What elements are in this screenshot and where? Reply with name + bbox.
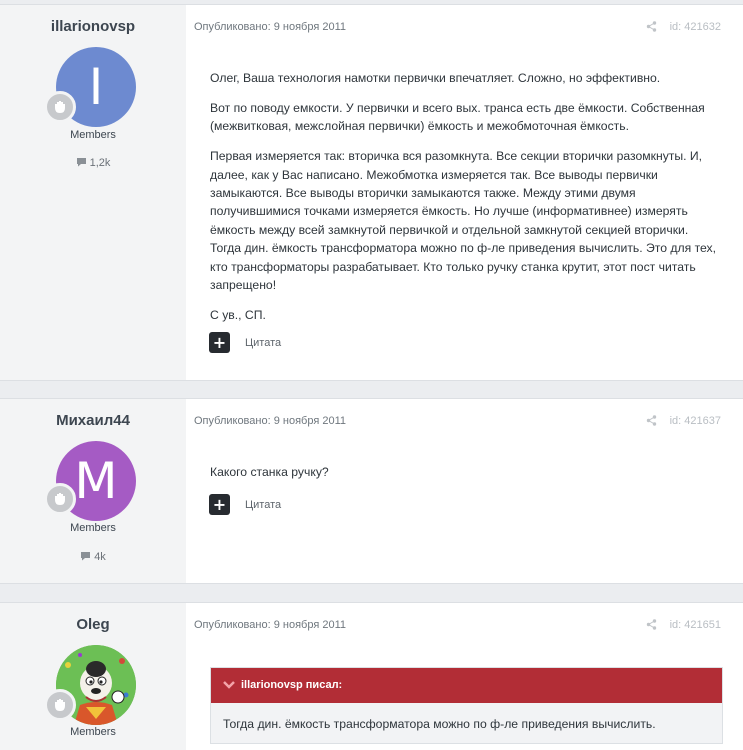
author-panel: illarionovsp I Members 1,2k bbox=[0, 5, 186, 380]
paragraph: Олег, Ваша технология намотки первички в… bbox=[210, 71, 661, 85]
chevron-down-icon[interactable] bbox=[223, 668, 235, 703]
post: Oleg Members Опубликовано: 9 ноября 2011 bbox=[0, 602, 743, 750]
quote-label: Цитата bbox=[245, 336, 282, 349]
paragraph: Вот по поводу емкости. У первички и всег… bbox=[210, 100, 705, 134]
post-date[interactable]: Опубликовано: 9 ноября 2011 bbox=[194, 415, 346, 427]
rank-badge-icon bbox=[44, 91, 76, 123]
post-count: 1,2k bbox=[0, 157, 186, 169]
author-name[interactable]: Oleg bbox=[0, 616, 186, 633]
blockquote: illarionovsp писал: Тогда дин. ёмкость т… bbox=[210, 667, 723, 744]
plus-icon: + bbox=[209, 494, 230, 515]
author-name[interactable]: Михаил44 bbox=[0, 412, 186, 429]
post-id[interactable]: id: 421637 bbox=[670, 415, 721, 427]
rank-badge-icon bbox=[44, 689, 76, 721]
author-panel: Oleg Members bbox=[0, 603, 186, 750]
post: Михаил44 M Members 4k Опубликовано: 9 но… bbox=[0, 398, 743, 584]
post-id[interactable]: id: 421651 bbox=[670, 619, 721, 631]
share-icon[interactable] bbox=[646, 21, 657, 32]
paragraph: Первая измеряется так: вторичка вся разо… bbox=[210, 149, 717, 293]
post-date[interactable]: Опубликовано: 9 ноября 2011 bbox=[194, 619, 346, 631]
post-date[interactable]: Опубликовано: 9 ноября 2011 bbox=[194, 21, 346, 33]
comment-icon bbox=[76, 158, 86, 167]
post-count: 4k bbox=[0, 551, 186, 563]
paragraph: С ув., СП. bbox=[210, 307, 266, 322]
member-group: Members bbox=[70, 129, 116, 141]
post-body: Какого станка ручку? bbox=[210, 463, 717, 493]
comment-icon bbox=[81, 552, 91, 561]
quote-button[interactable]: + Цитата bbox=[209, 494, 281, 515]
post-content: Опубликовано: 9 ноября 2011 id: 421651 i… bbox=[186, 603, 743, 750]
share-icon[interactable] bbox=[646, 619, 657, 630]
post-content: Опубликовано: 9 ноября 2011 id: 421637 К… bbox=[186, 399, 743, 583]
quote-label: Цитата bbox=[245, 498, 282, 511]
author-panel: Михаил44 M Members 4k bbox=[0, 399, 186, 583]
post-content: Опубликовано: 9 ноября 2011 id: 421632 О… bbox=[186, 5, 743, 380]
post-count-value: 4k bbox=[94, 551, 106, 563]
post-body: Олег, Ваша технология намотки первички в… bbox=[210, 69, 717, 336]
author-name[interactable]: illarionovsp bbox=[0, 18, 186, 35]
quote-button[interactable]: + Цитата bbox=[209, 332, 281, 353]
quote-author: illarionovsp писал: bbox=[241, 679, 343, 691]
post-count-value: 1,2k bbox=[89, 157, 111, 169]
rank-badge-icon bbox=[44, 483, 76, 515]
quote-text: Тогда дин. ёмкость трансформатора можно … bbox=[211, 703, 722, 743]
post: illarionovsp I Members 1,2k Опубликовано… bbox=[0, 4, 743, 381]
plus-icon: + bbox=[209, 332, 230, 353]
post-id[interactable]: id: 421632 bbox=[670, 21, 721, 33]
member-group: Members bbox=[70, 522, 116, 534]
quote-citation[interactable]: illarionovsp писал: bbox=[211, 668, 722, 703]
paragraph: Какого станка ручку? bbox=[210, 465, 329, 479]
share-icon[interactable] bbox=[646, 415, 657, 426]
member-group: Members bbox=[70, 726, 116, 738]
